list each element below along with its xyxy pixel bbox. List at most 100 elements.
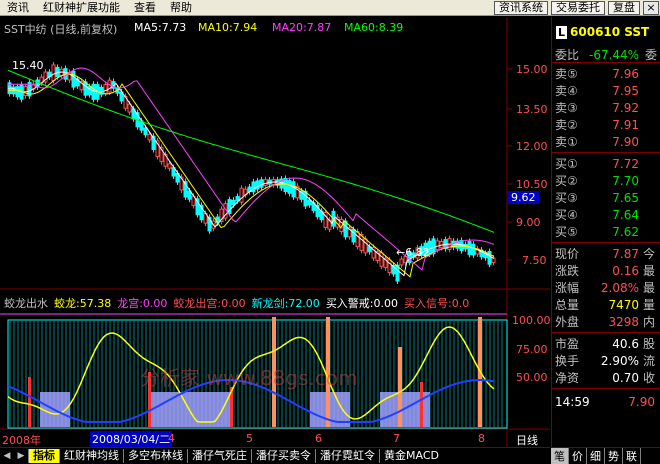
indicator-value: 新龙剑:72.00 bbox=[251, 297, 320, 310]
period-label[interactable]: 日线 bbox=[516, 432, 538, 448]
candle-body bbox=[143, 127, 148, 136]
indicator-legend: 蛟龙出水 蛟龙:57.38 龙宫:0.00 蛟龙出宫:0.00 新龙剑:72.0… bbox=[4, 295, 469, 311]
tick-row: 14:59 7.90 bbox=[552, 393, 660, 410]
candle-body bbox=[467, 241, 472, 255]
sell-price: 7.92 bbox=[612, 100, 639, 115]
replay-button[interactable]: 复盘 bbox=[608, 0, 640, 15]
buy-orders: 买① 7.72 买② 7.70 买③ 7.65 买④ 7.64 买⑤ 7.62 bbox=[552, 153, 660, 243]
sell-orders: 卖⑤ 7.96 卖④ 7.95 卖③ 7.92 卖② 7.91 卖① 7.90 bbox=[552, 63, 660, 153]
sell-row: 卖③ 7.92 bbox=[552, 99, 660, 116]
tab-scroll-left-icon[interactable]: ◀ bbox=[0, 449, 14, 463]
order-diff-label: 委 bbox=[645, 48, 658, 62]
candle-body bbox=[263, 179, 268, 186]
candle-body bbox=[471, 243, 476, 256]
tab-bollinger[interactable]: 多空布林线 bbox=[123, 448, 187, 463]
candle-body bbox=[103, 83, 108, 94]
indicator-tabs: ◀ ▶ 指标 红财神均线 多空布林线 潘仔气死庄 潘仔买卖令 潘仔霓虹令 黄金M… bbox=[0, 447, 550, 463]
ma10-label: MA10:7.94 bbox=[198, 21, 258, 34]
menu-bar: 资讯 红财神扩展功能 查看 帮助 资讯系统 交易委托 复盘 × bbox=[0, 0, 660, 16]
sell-price: 7.91 bbox=[612, 117, 639, 132]
stat-value: 0.16 bbox=[612, 263, 639, 278]
ma20-label: MA20:7.87 bbox=[272, 21, 332, 34]
candle-body bbox=[379, 252, 384, 267]
stat-row: 总量 7470 量 bbox=[552, 296, 660, 313]
tick-time: 14:59 bbox=[555, 394, 590, 409]
sell-label: 卖④ bbox=[555, 84, 578, 98]
sell-price: 7.95 bbox=[612, 83, 639, 98]
tab-price[interactable]: 价 bbox=[569, 447, 587, 464]
ma20-line bbox=[8, 67, 495, 271]
candle-body bbox=[287, 179, 292, 194]
x-label: 2008年 bbox=[2, 434, 41, 447]
stat-label: 总量 bbox=[555, 298, 580, 312]
indicator-value: 买入警戒:0.00 bbox=[325, 297, 399, 310]
close-icon[interactable]: × bbox=[643, 0, 659, 15]
candle-body bbox=[71, 70, 76, 88]
sell-row: 卖② 7.91 bbox=[552, 116, 660, 133]
candle-body bbox=[235, 196, 240, 202]
stock-code[interactable]: 600610 SST bbox=[570, 25, 649, 39]
menu-view[interactable]: 查看 bbox=[127, 0, 163, 16]
stat-row: 换手 2.90% 流 bbox=[552, 352, 660, 369]
stat-extra: 收 bbox=[643, 371, 656, 385]
y-tick: 9.00 bbox=[516, 216, 541, 229]
indicator-y-tick: 100.00 bbox=[512, 314, 551, 327]
buy-row: 买③ 7.65 bbox=[552, 189, 660, 206]
ma5-label: MA5:7.73 bbox=[134, 21, 187, 34]
buy-price: 7.65 bbox=[612, 190, 639, 205]
cursor-date: 2008/03/04/二 bbox=[90, 431, 173, 447]
sell-label: 卖⑤ bbox=[555, 67, 578, 81]
stock-header: L 600610 SST bbox=[552, 17, 660, 47]
sell-row: 卖④ 7.95 bbox=[552, 82, 660, 99]
candle-body bbox=[355, 231, 360, 248]
tab-linked[interactable]: 联 bbox=[623, 447, 641, 464]
buy-price: 7.62 bbox=[612, 224, 639, 239]
stat-value: 3298 bbox=[608, 314, 639, 329]
y-tick: 13.50 bbox=[516, 103, 548, 116]
candle-body bbox=[147, 133, 152, 141]
y-tick: 7.50 bbox=[522, 254, 547, 267]
current-price-tag: 9.62 bbox=[508, 191, 539, 204]
stat-label: 换手 bbox=[555, 354, 580, 368]
sell-row: 卖① 7.90 bbox=[552, 133, 660, 150]
tab-indicator[interactable]: 指标 bbox=[28, 448, 59, 463]
menu-help[interactable]: 帮助 bbox=[163, 0, 199, 16]
stat-row: 涨幅 2.08% 最 bbox=[552, 279, 660, 296]
tab-hongcaishen-ma[interactable]: 红财神均线 bbox=[59, 448, 123, 463]
buy-signal-bar bbox=[398, 347, 402, 427]
quote-panel-tabs: 笔 价 细 势 联 bbox=[551, 447, 660, 464]
info-system-button[interactable]: 资讯系统 bbox=[494, 0, 548, 15]
candle-body bbox=[435, 240, 440, 251]
tab-scroll-right-icon[interactable]: ▶ bbox=[14, 449, 28, 463]
buy-row: 买⑤ 7.62 bbox=[552, 223, 660, 240]
candle-body bbox=[167, 163, 172, 169]
stat-label: 现价 bbox=[555, 247, 580, 261]
tab-detail[interactable]: 细 bbox=[587, 447, 605, 464]
market-badge: L bbox=[556, 25, 568, 39]
x-label: 7 bbox=[393, 432, 400, 445]
buy-label: 买③ bbox=[555, 191, 578, 205]
tab-panzai-maimai[interactable]: 潘仔买卖令 bbox=[251, 448, 315, 463]
menu-extensions[interactable]: 红财神扩展功能 bbox=[36, 0, 127, 16]
indicator-y-tick: 50.00 bbox=[516, 371, 548, 384]
tab-golden-macd[interactable]: 黄金MACD bbox=[379, 448, 443, 463]
stat-extra: 量 bbox=[643, 298, 656, 312]
chart-area[interactable]: SST中纺 (日线,前复权) MA5:7.73 MA10:7.94 MA20:7… bbox=[0, 17, 551, 448]
candle-body bbox=[307, 199, 312, 206]
tab-panzai-neon[interactable]: 潘仔霓虹令 bbox=[315, 448, 379, 463]
candle-body bbox=[399, 258, 404, 266]
stat-label: 市盈 bbox=[555, 337, 580, 351]
tab-ticks[interactable]: 笔 bbox=[551, 447, 569, 464]
tab-trend[interactable]: 势 bbox=[605, 447, 623, 464]
dragon-palace-block bbox=[150, 392, 230, 427]
buy-row: 买② 7.70 bbox=[552, 172, 660, 189]
stat-value: 0.70 bbox=[612, 370, 639, 385]
stat-label: 净资 bbox=[555, 371, 580, 385]
trade-order-button[interactable]: 交易委托 bbox=[551, 0, 605, 15]
watermark: 分析家 www.88gs.com bbox=[140, 366, 358, 390]
menu-info[interactable]: 资讯 bbox=[0, 0, 36, 16]
stat-extra: 今 bbox=[643, 247, 656, 261]
candle-body bbox=[91, 83, 96, 100]
buy-label: 买⑤ bbox=[555, 225, 578, 239]
tab-panzai-qisizhuang[interactable]: 潘仔气死庄 bbox=[187, 448, 251, 463]
